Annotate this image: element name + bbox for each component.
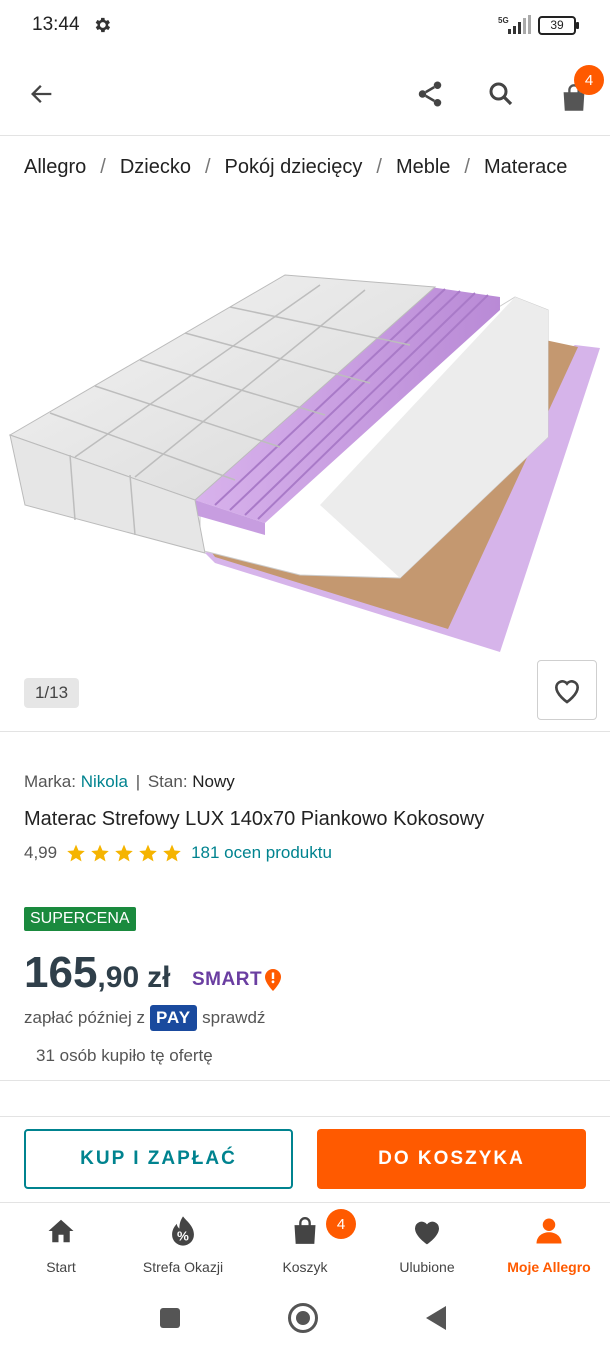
nav-item-moje-allegro[interactable]: Moje Allegro bbox=[488, 1213, 610, 1283]
back-button[interactable] bbox=[20, 72, 64, 116]
brand-link[interactable]: Nikola bbox=[81, 772, 128, 791]
percent-tag-icon: % bbox=[168, 1213, 198, 1249]
nav-item-start[interactable]: Start bbox=[0, 1213, 122, 1283]
star-icon bbox=[163, 844, 181, 862]
battery-icon: 39 bbox=[538, 16, 579, 35]
star-icon bbox=[91, 844, 109, 862]
heart-icon bbox=[411, 1213, 443, 1249]
price-decimal: ,90 bbox=[97, 961, 140, 994]
status-time: 13:44 bbox=[32, 14, 80, 35]
heart-outline-icon bbox=[554, 680, 580, 704]
search-icon bbox=[489, 82, 513, 106]
price-currency: zł bbox=[147, 961, 171, 994]
rating-stars bbox=[65, 843, 183, 863]
home-icon bbox=[46, 1213, 76, 1249]
breadcrumb-item[interactable]: Pokój dziecięcy bbox=[225, 156, 363, 179]
cart-nav-badge: 4 bbox=[326, 1209, 356, 1239]
cart-count-badge: 4 bbox=[574, 65, 604, 95]
add-to-cart-button[interactable]: DO KOSZYKA bbox=[317, 1129, 586, 1189]
pay-later-row: zapłać później z PAY sprawdź bbox=[24, 1004, 265, 1032]
recent-apps-icon[interactable] bbox=[160, 1308, 180, 1328]
system-navigation bbox=[0, 1286, 610, 1356]
favorite-button[interactable] bbox=[537, 660, 597, 720]
breadcrumb-item[interactable]: Dziecko bbox=[120, 156, 191, 179]
product-title: Materac Strefowy LUX 140x70 Piankowo Kok… bbox=[24, 808, 485, 830]
meta-separator: | bbox=[135, 772, 141, 791]
star-icon bbox=[115, 844, 133, 862]
product-meta: Marka: Nikola | Stan: Nowy bbox=[24, 772, 235, 791]
image-counter: 1/13 bbox=[24, 678, 79, 708]
condition-value: Nowy bbox=[192, 772, 235, 791]
breadcrumb-item[interactable]: Materace bbox=[484, 156, 567, 179]
signal-icon: 5G bbox=[496, 14, 532, 36]
status-bar: 13:44 5G 39 bbox=[0, 0, 610, 52]
share-button[interactable] bbox=[408, 72, 452, 116]
bought-count: 31 osób kupiło tę ofertę bbox=[36, 1046, 213, 1065]
shopping-bag-icon bbox=[291, 1213, 319, 1249]
svg-text:5G: 5G bbox=[498, 16, 509, 25]
smart-badge: SMART bbox=[192, 966, 283, 994]
breadcrumb-item[interactable]: Allegro bbox=[24, 156, 86, 179]
pay-later-link[interactable]: sprawdź bbox=[202, 1008, 265, 1028]
product-image bbox=[8, 274, 600, 652]
pay-logo: PAY bbox=[149, 1005, 198, 1031]
gear-icon bbox=[92, 15, 112, 35]
buy-now-button[interactable]: KUP I ZAPŁAĆ bbox=[24, 1129, 293, 1189]
rating-value: 4,99 bbox=[24, 843, 58, 862]
home-button-icon[interactable] bbox=[288, 1303, 318, 1333]
nav-item-ulubione[interactable]: Ulubione bbox=[366, 1213, 488, 1283]
search-button[interactable] bbox=[479, 72, 523, 116]
back-triangle-icon[interactable] bbox=[426, 1306, 446, 1330]
rating-row[interactable]: 4,99 181 ocen produktu bbox=[24, 842, 332, 864]
person-icon bbox=[534, 1213, 564, 1249]
breadcrumb: Allegro / Dziecko / Pokój dziecięcy / Me… bbox=[24, 155, 568, 179]
divider bbox=[0, 1116, 610, 1117]
nav-item-strefa-okazji[interactable]: % Strefa Okazji bbox=[122, 1213, 244, 1283]
rating-count-link[interactable]: 181 ocen produktu bbox=[191, 843, 332, 863]
divider bbox=[0, 1080, 610, 1081]
breadcrumb-item[interactable]: Meble bbox=[396, 156, 450, 179]
price: 165 ,90 zł bbox=[24, 948, 170, 1002]
price-integer: 165 bbox=[24, 948, 98, 997]
star-icon bbox=[139, 844, 157, 862]
top-toolbar: 4 bbox=[0, 52, 610, 136]
arrow-left-icon bbox=[31, 85, 52, 103]
star-icon bbox=[67, 844, 85, 862]
bottom-navigation: Start % Strefa Okazji Koszyk 4 Ulubione … bbox=[0, 1202, 610, 1286]
product-gallery[interactable]: 1/13 bbox=[0, 205, 610, 732]
share-icon bbox=[418, 81, 442, 107]
smart-pin-icon bbox=[265, 969, 282, 991]
supercena-badge: SUPERCENA bbox=[24, 907, 136, 931]
svg-text:%: % bbox=[177, 1229, 189, 1244]
